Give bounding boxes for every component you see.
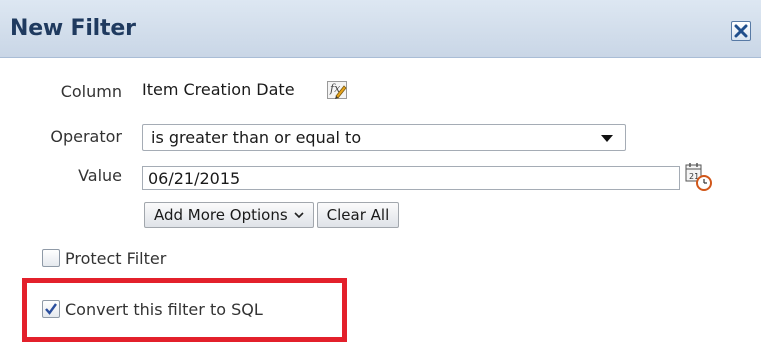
- clear-all-button[interactable]: Clear All: [316, 202, 400, 228]
- calendar-button[interactable]: 21: [685, 162, 713, 192]
- calendar-icon: 21: [685, 163, 712, 191]
- value-actions: Add More Options Clear All: [144, 202, 400, 228]
- close-button[interactable]: [731, 21, 751, 41]
- formula-edit-button[interactable]: fx: [327, 81, 347, 99]
- protect-filter-checkbox[interactable]: [42, 249, 60, 267]
- value-input[interactable]: [142, 166, 680, 190]
- new-filter-dialog: New Filter Column Item Creation Date fx …: [0, 0, 761, 352]
- dialog-title: New Filter: [10, 16, 136, 41]
- column-value: Item Creation Date: [142, 80, 295, 99]
- column-label: Column: [60, 82, 122, 101]
- clear-all-label: Clear All: [326, 206, 390, 224]
- protect-filter-label: Protect Filter: [65, 249, 167, 268]
- formula-edit-icon: [335, 85, 347, 99]
- dialog-titlebar: New Filter: [0, 0, 761, 58]
- value-label: Value: [78, 166, 122, 185]
- chevron-down-icon: [294, 212, 304, 219]
- add-more-options-button[interactable]: Add More Options: [144, 202, 314, 228]
- dropdown-arrow-icon: [601, 135, 613, 142]
- add-more-options-label: Add More Options: [154, 206, 288, 224]
- operator-selected-value: is greater than or equal to: [151, 128, 362, 147]
- operator-select[interactable]: is greater than or equal to: [142, 124, 626, 151]
- operator-label: Operator: [50, 127, 122, 146]
- highlight-annotation: [22, 278, 347, 342]
- close-icon: [734, 24, 748, 38]
